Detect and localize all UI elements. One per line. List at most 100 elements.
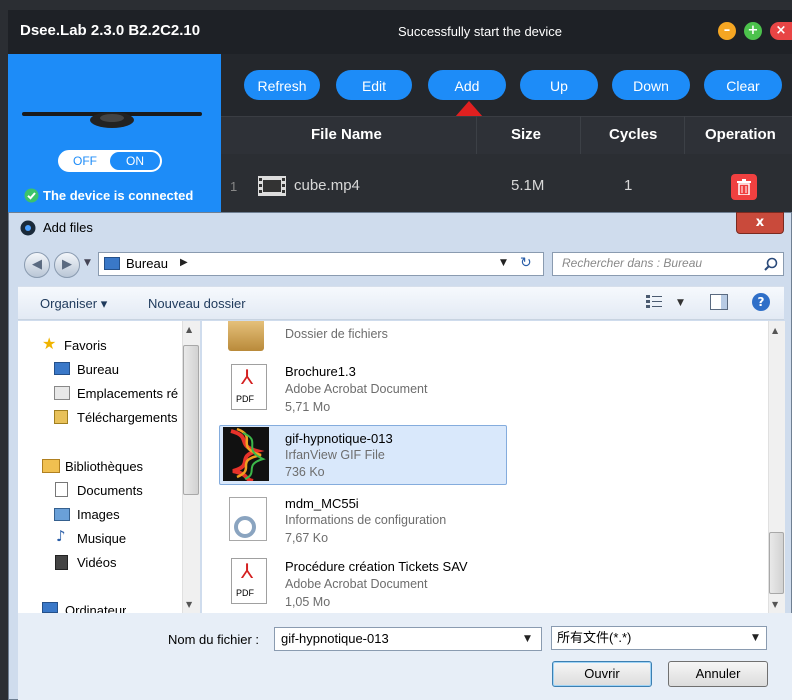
power-toggle[interactable]: OFF ON [58,150,162,172]
app-title: Dsee.Lab 2.3.0 B2.2C2.10 [20,22,201,39]
new-folder-button[interactable]: Nouveau dossier [148,296,246,311]
pdf-file-icon: ⅄ PDF [231,364,267,410]
command-bar [18,286,784,320]
view-dropdown-icon[interactable]: ▼ [677,298,684,308]
cancel-button[interactable]: Annuler [668,661,768,687]
file-name[interactable]: Brochure1.3 [285,364,356,379]
pdf-label: PDF [236,588,254,598]
column-file-name: File Name [311,126,382,143]
dialog-title: Add files [43,220,93,235]
back-icon[interactable]: ◀ [24,252,50,278]
file-size: 1,05 Mo [285,595,331,609]
column-divider [580,116,581,154]
documents-icon [55,482,68,497]
up-button[interactable]: Up [520,70,598,100]
delete-button[interactable] [731,174,757,200]
filetype-select[interactable]: 所有文件(*.*) [551,626,767,650]
file-name[interactable]: Procédure création Tickets SAV [285,559,468,574]
maximize-icon[interactable]: + [744,22,762,40]
add-button[interactable]: Add [428,70,506,100]
file-size: 7,67 Ko [285,531,329,545]
filename-label: Nom du fichier : [168,632,260,647]
file-scroll-thumb[interactable] [769,532,784,594]
check-circle-icon [24,188,39,203]
search-icon[interactable] [764,257,778,271]
down-button[interactable]: Down [612,70,690,100]
folder-icon [228,321,264,351]
toggle-on-label[interactable]: ON [110,152,160,170]
edit-button[interactable]: Edit [336,70,412,100]
file-type: Adobe Acrobat Document [285,382,428,396]
filetype-dropdown-icon[interactable]: ▼ [752,633,759,643]
nav-item-music[interactable]: Musique [77,531,126,546]
open-button[interactable]: Ouvrir [552,661,652,687]
videos-icon [55,555,68,570]
filename-dropdown-icon[interactable]: ▼ [524,634,531,644]
filename-input[interactable]: gif-hypnotique-013 [274,627,542,651]
desktop-icon [54,362,70,375]
file-size: 5,71 Mo [285,400,331,414]
video-file-icon [258,176,286,196]
file-type: Adobe Acrobat Document [285,577,428,591]
column-size: Size [511,126,542,143]
toggle-off-label[interactable]: OFF [60,152,110,170]
history-dropdown-icon[interactable]: ▼ [84,258,91,268]
column-divider [476,116,477,154]
app-logo-icon [20,220,36,236]
view-options-icon[interactable] [646,294,662,310]
nav-item-recent-places[interactable]: Emplacements ré [77,386,181,401]
search-placeholder: Rechercher dans : Bureau [562,256,703,270]
computer-icon [42,602,58,613]
file-name[interactable]: mdm_MC55i [285,496,359,511]
file-type: Dossier de fichiers [285,327,388,341]
dialog-close-button[interactable]: x [736,212,784,234]
scroll-up-icon[interactable]: ▲ [186,325,192,334]
organize-menu[interactable]: Organiser ▾ [40,296,107,312]
close-icon[interactable]: × [770,22,792,40]
gif-thumbnail [223,427,269,481]
refresh-icon[interactable]: ↻ [520,255,532,271]
minimize-icon[interactable]: – [718,22,736,40]
connection-status: The device is connected [43,188,194,203]
downloads-icon [54,410,68,424]
nav-item-downloads[interactable]: Téléchargements [77,410,181,425]
row-cycles: 1 [624,177,633,194]
nav-favorites[interactable]: Favoris [64,338,107,353]
row-size: 5.1M [511,177,545,194]
pdf-label: PDF [236,394,254,404]
device-image [22,112,202,128]
file-type: Informations de configuration [285,513,447,527]
column-operation: Operation [705,126,776,143]
pdf-file-icon: ⅄ PDF [231,558,267,604]
breadcrumb-chevron-icon[interactable]: ▶ [180,257,188,268]
nav-libraries[interactable]: Bibliothèques [65,459,143,474]
music-icon: ♪ [56,527,66,545]
row-file-name: cube.mp4 [294,177,360,194]
nav-item-desktop[interactable]: Bureau [77,362,119,377]
scroll-down-icon[interactable]: ▼ [186,600,192,609]
desktop-icon [104,257,120,270]
preview-pane-icon[interactable] [710,294,728,310]
column-divider [684,116,685,154]
address-dropdown-icon[interactable]: ▼ [500,258,507,268]
file-name[interactable]: gif-hypnotique-013 [285,431,393,446]
nav-item-images[interactable]: Images [77,507,120,522]
help-icon[interactable]: ? [752,293,770,311]
recent-places-icon [54,386,70,400]
refresh-button[interactable]: Refresh [244,70,320,100]
star-icon: ★ [42,334,57,353]
clear-button[interactable]: Clear [704,70,782,100]
scroll-down-icon[interactable]: ▼ [772,600,778,609]
nav-item-videos[interactable]: Vidéos [77,555,117,570]
forward-icon[interactable]: ▶ [54,252,80,278]
row-index: 1 [230,179,238,194]
scroll-up-icon[interactable]: ▲ [772,326,778,335]
nav-computer[interactable]: Ordinateur [65,603,126,613]
app-status-message: Successfully start the device [398,24,563,39]
column-cycles: Cycles [609,126,658,143]
nav-item-documents[interactable]: Documents [77,483,143,498]
images-icon [54,508,70,521]
file-type: IrfanView GIF File [285,448,385,462]
address-text: Bureau [126,256,168,271]
nav-scroll-thumb[interactable] [183,345,199,495]
